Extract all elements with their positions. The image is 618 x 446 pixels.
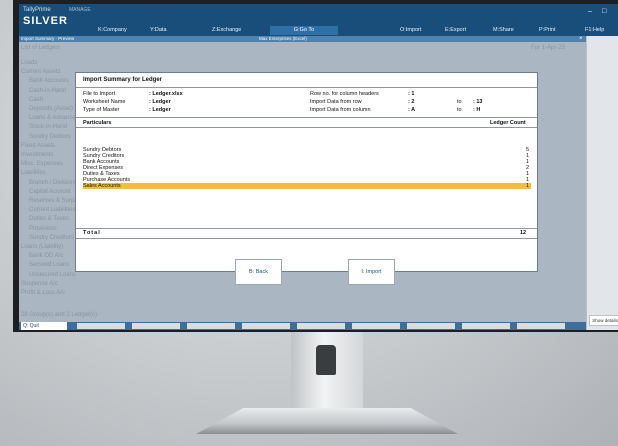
bg-list-item: Deposits (Asset): [29, 106, 74, 112]
bg-list-item: Unsecured Loans: [29, 271, 77, 278]
bg-list-item: Liabilities: [21, 170, 46, 177]
bottom-slot[interactable]: [242, 323, 290, 329]
screen: TallyPrime MANAGE SILVER K:Company Y:Data…: [19, 4, 618, 330]
menu-item[interactable]: O:Import: [400, 27, 421, 33]
monitor-frame: TallyPrime MANAGE SILVER K:Company Y:Data…: [13, 0, 618, 332]
menu-item[interactable]: Y:Data: [150, 27, 167, 33]
menu-item[interactable]: F1:Help: [585, 27, 604, 33]
to-value: : 13: [473, 99, 483, 105]
bottom-button-bar: Q: Quit: [19, 322, 586, 330]
bg-list-item: Bank OD A/c: [29, 253, 64, 260]
bg-list-item: Capital Account: [29, 188, 71, 195]
bg-list-item: Provisions: [29, 225, 57, 232]
menu-item[interactable]: P:Print: [539, 27, 556, 33]
show-details-button[interactable]: Show details: [589, 315, 618, 326]
bg-list-item: Cash-in-Hand: [29, 87, 67, 94]
dialog-title: Import Summary for Ledger: [83, 77, 163, 83]
divider: [76, 117, 537, 118]
divider: [76, 87, 537, 88]
right-field-value: : 2: [408, 99, 415, 105]
field-value: : Ledger: [149, 107, 171, 113]
field-label: Type of Master: [83, 107, 120, 113]
minimize-icon[interactable]: –: [588, 8, 592, 15]
field-value: : Ledger: [149, 99, 171, 105]
menu-item[interactable]: Z:Exchange: [212, 27, 241, 33]
bottom-slot[interactable]: [462, 323, 510, 329]
import-button[interactable]: I: Import: [348, 259, 395, 285]
right-field-label: Import Data from column: [310, 107, 371, 113]
bg-list-item: Bank Accounts: [29, 78, 69, 85]
column-particulars: Particulars: [83, 120, 112, 126]
divider: [76, 228, 537, 229]
total-label: Total: [83, 230, 101, 236]
right-field-label: Import Data from row: [310, 99, 362, 105]
bg-list-item: Fixed Assets: [21, 142, 56, 149]
brand-top-sub: MANAGE: [69, 7, 91, 13]
menu-item[interactable]: E:Export: [445, 27, 466, 33]
bg-list-item: Sundry Creditors: [29, 234, 75, 241]
bg-list-item: Secured Loans: [29, 262, 70, 269]
field-label: Worksheet Name: [83, 99, 126, 105]
bg-list-item: Profit & Loss A/c: [21, 290, 66, 296]
right-field-label: Row no. for column headers: [310, 91, 379, 97]
stand-cable-hole: [316, 345, 336, 375]
to-value: : H: [473, 107, 481, 113]
top-menu-bar: TallyPrime MANAGE SILVER K:Company Y:Data…: [19, 4, 618, 36]
brand-main: SILVER: [23, 15, 68, 27]
bg-list-item: Duties & Taxes: [29, 216, 69, 223]
right-field-value: : A: [408, 107, 416, 113]
bg-list-item: Stock-in-Hand: [29, 124, 68, 131]
bottom-slot[interactable]: [517, 323, 565, 329]
bottom-slot[interactable]: [187, 323, 235, 329]
bottom-slot[interactable]: [352, 323, 400, 329]
total-value: 12: [520, 230, 527, 236]
bg-list-item: Current Liabilities: [29, 207, 76, 214]
to-label: to: [457, 107, 462, 113]
bottom-slot[interactable]: [407, 323, 455, 329]
field-label: File to Import: [83, 91, 116, 97]
bottom-slot[interactable]: [77, 323, 125, 329]
brand-top: TallyPrime: [23, 7, 51, 13]
field-value: : Ledger.xlsx: [149, 91, 183, 97]
divider: [76, 127, 537, 128]
import-summary-dialog: Import Summary for Ledger File to Import…: [75, 72, 538, 285]
bg-list-item: Loads: [21, 60, 38, 66]
bg-list-item: Branch / Divisions: [29, 179, 78, 186]
table-row[interactable]: Sales Accounts 1: [83, 183, 531, 189]
bg-list-item: Loans & Advances: [29, 115, 79, 122]
to-label: to: [457, 99, 462, 105]
divider: [76, 238, 537, 239]
menu-item[interactable]: M:Share: [493, 27, 514, 33]
right-panel: Show details: [586, 36, 618, 330]
row-count: 1: [525, 183, 529, 189]
back-button[interactable]: B: Back: [235, 259, 282, 285]
bg-list-item: Cash: [29, 96, 44, 103]
bg-list-item: Loans (Liability): [21, 244, 64, 250]
bg-list-item: Investments: [21, 152, 54, 158]
row-particular: Sales Accounts: [83, 183, 121, 189]
bottom-slot[interactable]: [297, 323, 345, 329]
menu-item[interactable]: K:Company: [98, 27, 127, 33]
bg-list-item: Current Assets: [21, 69, 61, 76]
bg-footer: 28 Group(s) and 2 Ledger(s): [21, 312, 98, 318]
maximize-icon[interactable]: □: [602, 8, 606, 15]
bg-list-item: Suspense A/c: [21, 280, 58, 287]
goto-button[interactable]: G:Go To: [270, 26, 338, 35]
bg-list-item: Sundry Debtors: [29, 133, 71, 140]
bottom-slot[interactable]: [132, 323, 180, 329]
right-field-value: : 1: [408, 91, 415, 97]
bg-date: For 1-Apr-23: [531, 45, 566, 51]
bg-title: List of Ledgers: [21, 45, 61, 51]
quit-button[interactable]: Q: Quit: [21, 322, 67, 330]
column-ledger-count: Ledger Count: [490, 120, 526, 126]
summary-table: Sundry Debtors 5 Sundry Creditors 1 Bank Acc…: [83, 147, 531, 189]
bg-list-item: Misc. Expenses: [21, 161, 64, 168]
